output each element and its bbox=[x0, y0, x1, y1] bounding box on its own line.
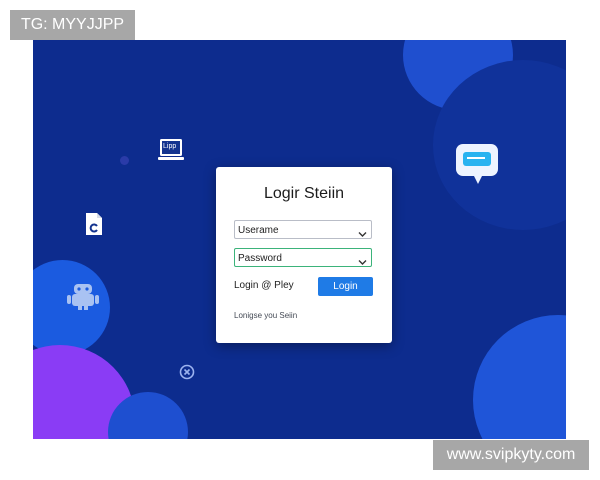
close-circle-icon[interactable] bbox=[179, 364, 195, 380]
laptop-icon: Lipp bbox=[157, 136, 185, 164]
chevron-down-icon[interactable] bbox=[358, 226, 367, 245]
login-title: Logir Steiin bbox=[263, 185, 345, 202]
username-field[interactable]: Userame bbox=[234, 220, 372, 239]
password-value: Password bbox=[238, 253, 282, 264]
watermark-bottom-right: www.svipkyty.com bbox=[433, 440, 589, 470]
login-button[interactable]: Login bbox=[318, 277, 373, 296]
document-icon bbox=[85, 212, 103, 236]
login-card: Logir Steiin Userame Password Login @ Pl… bbox=[216, 167, 392, 343]
chat-bubble-icon bbox=[454, 142, 500, 186]
robot-icon bbox=[66, 278, 100, 312]
footnote-text: Lonigse you Seiin bbox=[234, 311, 298, 320]
username-value: Userame bbox=[238, 225, 279, 236]
background-scene: Lipp Logir Steiin Userame Password Login… bbox=[33, 40, 566, 439]
dot-small bbox=[120, 156, 129, 165]
watermark-top-left: TG: MYYJJPP bbox=[10, 10, 135, 40]
login-link[interactable]: Login @ Pley bbox=[234, 280, 294, 291]
blob-bottom-right bbox=[473, 315, 566, 439]
password-field[interactable]: Password bbox=[234, 248, 372, 267]
chevron-down-icon[interactable] bbox=[358, 254, 367, 273]
window-label: Lipp bbox=[163, 143, 177, 150]
